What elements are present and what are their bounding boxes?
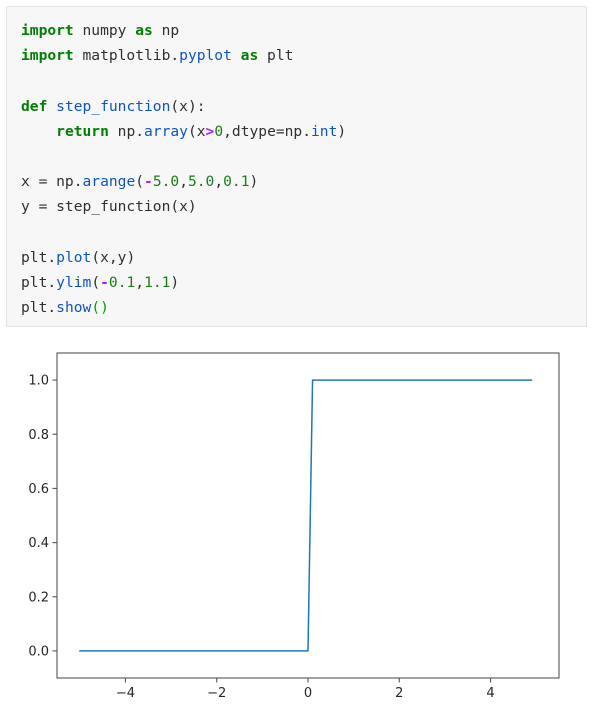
code-token: show: [56, 299, 92, 317]
code-token: import: [21, 47, 74, 65]
code-token: plt.: [21, 274, 57, 292]
code-token: (x,y): [91, 248, 136, 266]
code-token: x = np.: [21, 173, 83, 191]
x-tick-label: 0: [304, 686, 312, 701]
code-token: as: [135, 22, 153, 39]
code-token: plt.: [21, 299, 57, 317]
code-token: array: [144, 122, 188, 140]
code-token: plt: [258, 47, 294, 65]
code-cell[interactable]: import numpy as np import matplotlib.pyp…: [6, 6, 587, 327]
code-token: ,: [214, 173, 224, 191]
code-token: (x: [187, 122, 206, 140]
code-token: def: [21, 97, 48, 115]
y-tick-label: 0.6: [28, 482, 49, 497]
y-tick-label: 0.0: [28, 645, 49, 660]
code-token: return: [56, 122, 109, 140]
code-token: arange: [82, 173, 136, 191]
code-token: -: [100, 274, 109, 292]
code-token: import: [21, 22, 74, 39]
x-tick-label: −4: [116, 686, 135, 701]
code-token: (: [91, 274, 101, 292]
figure-background: [0, 333, 593, 716]
code-token: 5.0: [152, 173, 180, 191]
code-token: plt.: [21, 248, 57, 266]
code-token: np: [152, 22, 180, 39]
code-text: import numpy as np import matplotlib.pyp…: [21, 18, 586, 320]
code-token: ): [170, 274, 180, 292]
code-token: 0.1: [223, 173, 250, 191]
step-function-plot: −4 −2 0 2 4 0.0 0.2 0.4 0.6 0.8 1.0: [0, 333, 593, 716]
code-token: ylim: [56, 274, 92, 292]
code-token: ): [249, 173, 259, 191]
y-tick-label: 0.2: [28, 590, 49, 605]
code-token: ,dtype=np.: [223, 122, 312, 140]
x-tick-label: 4: [486, 686, 494, 701]
code-token: 0: [214, 122, 224, 140]
code-token: step_function: [56, 97, 171, 115]
code-token: 5.0: [187, 173, 215, 191]
code-token: ,: [135, 274, 145, 292]
code-token: y = step_function(x): [21, 198, 197, 216]
y-tick-label: 1.0: [28, 374, 49, 389]
code-token: 0.1: [108, 274, 136, 292]
code-token: (x):: [170, 97, 206, 115]
y-tick-label: 0.4: [28, 536, 49, 551]
code-token: as: [240, 47, 259, 65]
code-token: ,: [179, 173, 188, 191]
code-token: (: [135, 173, 145, 191]
code-token: pyplot: [179, 47, 232, 65]
y-tick-label: 0.8: [28, 428, 49, 443]
code-token: (): [91, 299, 109, 317]
code-token: matplotlib.: [73, 47, 180, 65]
code-token: ): [337, 122, 347, 140]
x-tick-label: −2: [207, 686, 226, 701]
code-token: 1.1: [144, 274, 171, 292]
code-token: numpy: [73, 22, 136, 39]
matplotlib-figure: −4 −2 0 2 4 0.0 0.2 0.4 0.6 0.8 1.0: [0, 333, 593, 716]
code-token: np.: [108, 122, 145, 140]
x-tick-label: 2: [395, 686, 403, 701]
code-token: plot: [56, 248, 92, 266]
code-token: int: [311, 122, 338, 140]
code-token: -: [144, 173, 153, 191]
